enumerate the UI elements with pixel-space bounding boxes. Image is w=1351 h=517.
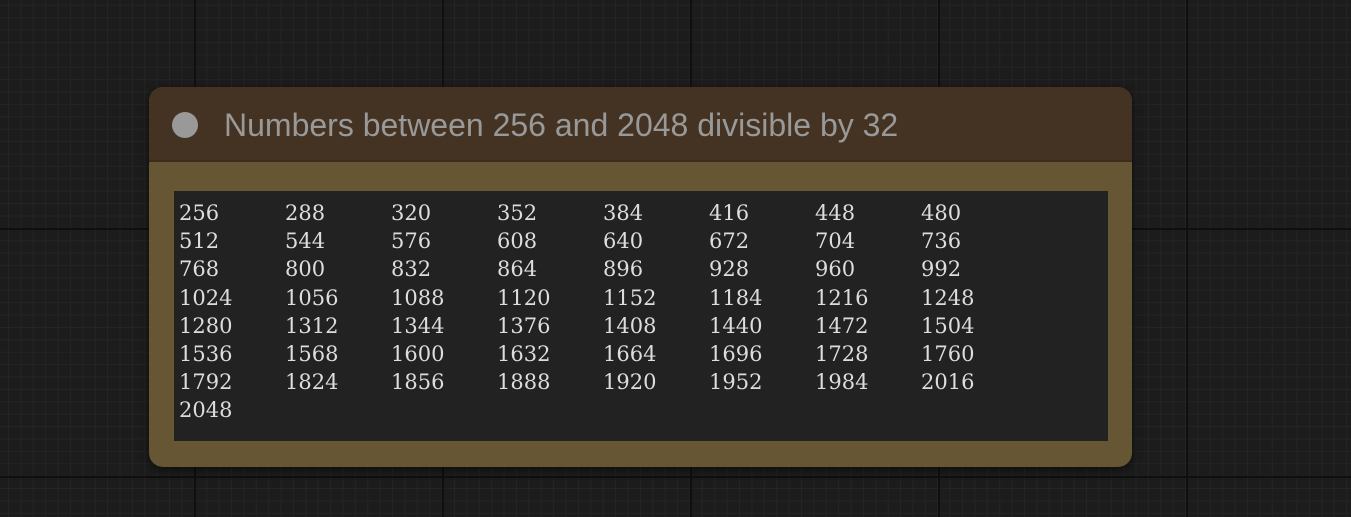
output-number: 320 (391, 201, 432, 226)
output-number: 1248 (921, 285, 975, 310)
output-number: 1952 (709, 370, 763, 395)
output-row: 2048 (179, 396, 1108, 424)
output-number: 480 (921, 201, 962, 226)
node-title: Numbers between 256 and 2048 divisible b… (224, 107, 899, 143)
output-number: 1440 (709, 313, 763, 338)
output-number: 640 (603, 229, 644, 254)
node-graph-canvas[interactable]: Numbers between 256 and 2048 divisible b… (0, 0, 1351, 517)
output-number: 2016 (921, 370, 975, 395)
output-number: 1536 (179, 342, 233, 367)
output-number: 1312 (285, 313, 339, 338)
output-number: 1728 (815, 342, 869, 367)
output-number: 992 (921, 257, 962, 282)
output-number: 864 (497, 257, 538, 282)
output-number: 512 (179, 229, 220, 254)
output-number: 1600 (391, 342, 445, 367)
output-number: 608 (497, 229, 538, 254)
output-number: 1024 (179, 285, 233, 310)
node-output-text[interactable]: 256 288 320 352 384 416 448 480 512 544 576 608 640 6… (174, 191, 1108, 441)
output-number: 1152 (603, 285, 657, 310)
output-number: 928 (709, 257, 750, 282)
output-number: 1888 (497, 370, 551, 395)
output-number: 736 (921, 229, 962, 254)
output-number: 352 (497, 201, 538, 226)
output-number: 1216 (815, 285, 869, 310)
output-number: 1472 (815, 313, 869, 338)
output-number: 1696 (709, 342, 763, 367)
output-number: 768 (179, 257, 220, 282)
output-number: 1856 (391, 370, 445, 395)
output-number: 896 (603, 257, 644, 282)
output-number: 576 (391, 229, 432, 254)
output-number: 1408 (603, 313, 657, 338)
node-collapse-dot-icon[interactable] (172, 112, 198, 138)
output-number: 1792 (179, 370, 233, 395)
output-number: 1056 (285, 285, 339, 310)
output-row: 512 544 576 608 640 672 704 736 (179, 227, 1108, 255)
output-number: 1664 (603, 342, 657, 367)
output-row: 1536 1568 1600 1632 1664 1696 1728 1760 (179, 340, 1108, 368)
output-number: 1504 (921, 313, 975, 338)
numbers-node[interactable]: Numbers between 256 and 2048 divisible b… (149, 87, 1132, 467)
output-number: 1344 (391, 313, 445, 338)
output-row: 1280 1312 1344 1376 1408 1440 1472 1504 (179, 312, 1108, 340)
output-number: 416 (709, 201, 750, 226)
output-number: 704 (815, 229, 856, 254)
output-number: 1824 (285, 370, 339, 395)
output-row: 768 800 832 864 896 928 960 992 (179, 255, 1108, 283)
output-row: 256 288 320 352 384 416 448 480 (179, 199, 1108, 227)
output-number: 1120 (497, 285, 551, 310)
output-number: 1920 (603, 370, 657, 395)
output-number: 1760 (921, 342, 975, 367)
node-title-bar[interactable]: Numbers between 256 and 2048 divisible b… (149, 87, 1132, 162)
output-number: 960 (815, 257, 856, 282)
output-number: 832 (391, 257, 432, 282)
output-number: 256 (179, 201, 220, 226)
output-number: 1632 (497, 342, 551, 367)
output-number: 1280 (179, 313, 233, 338)
output-number: 448 (815, 201, 856, 226)
output-number: 1184 (709, 285, 763, 310)
output-row: 1024 1056 1088 1120 1152 1184 1216 1248 (179, 284, 1108, 312)
output-number: 800 (285, 257, 326, 282)
output-number: 544 (285, 229, 326, 254)
output-row: 1792 1824 1856 1888 1920 1952 1984 2016 (179, 368, 1108, 396)
output-number: 384 (603, 201, 644, 226)
output-number: 2048 (179, 398, 233, 423)
output-number: 1088 (391, 285, 445, 310)
output-number: 1984 (815, 370, 869, 395)
output-number: 1376 (497, 313, 551, 338)
output-number: 1568 (285, 342, 339, 367)
output-number: 288 (285, 201, 326, 226)
output-number: 672 (709, 229, 750, 254)
